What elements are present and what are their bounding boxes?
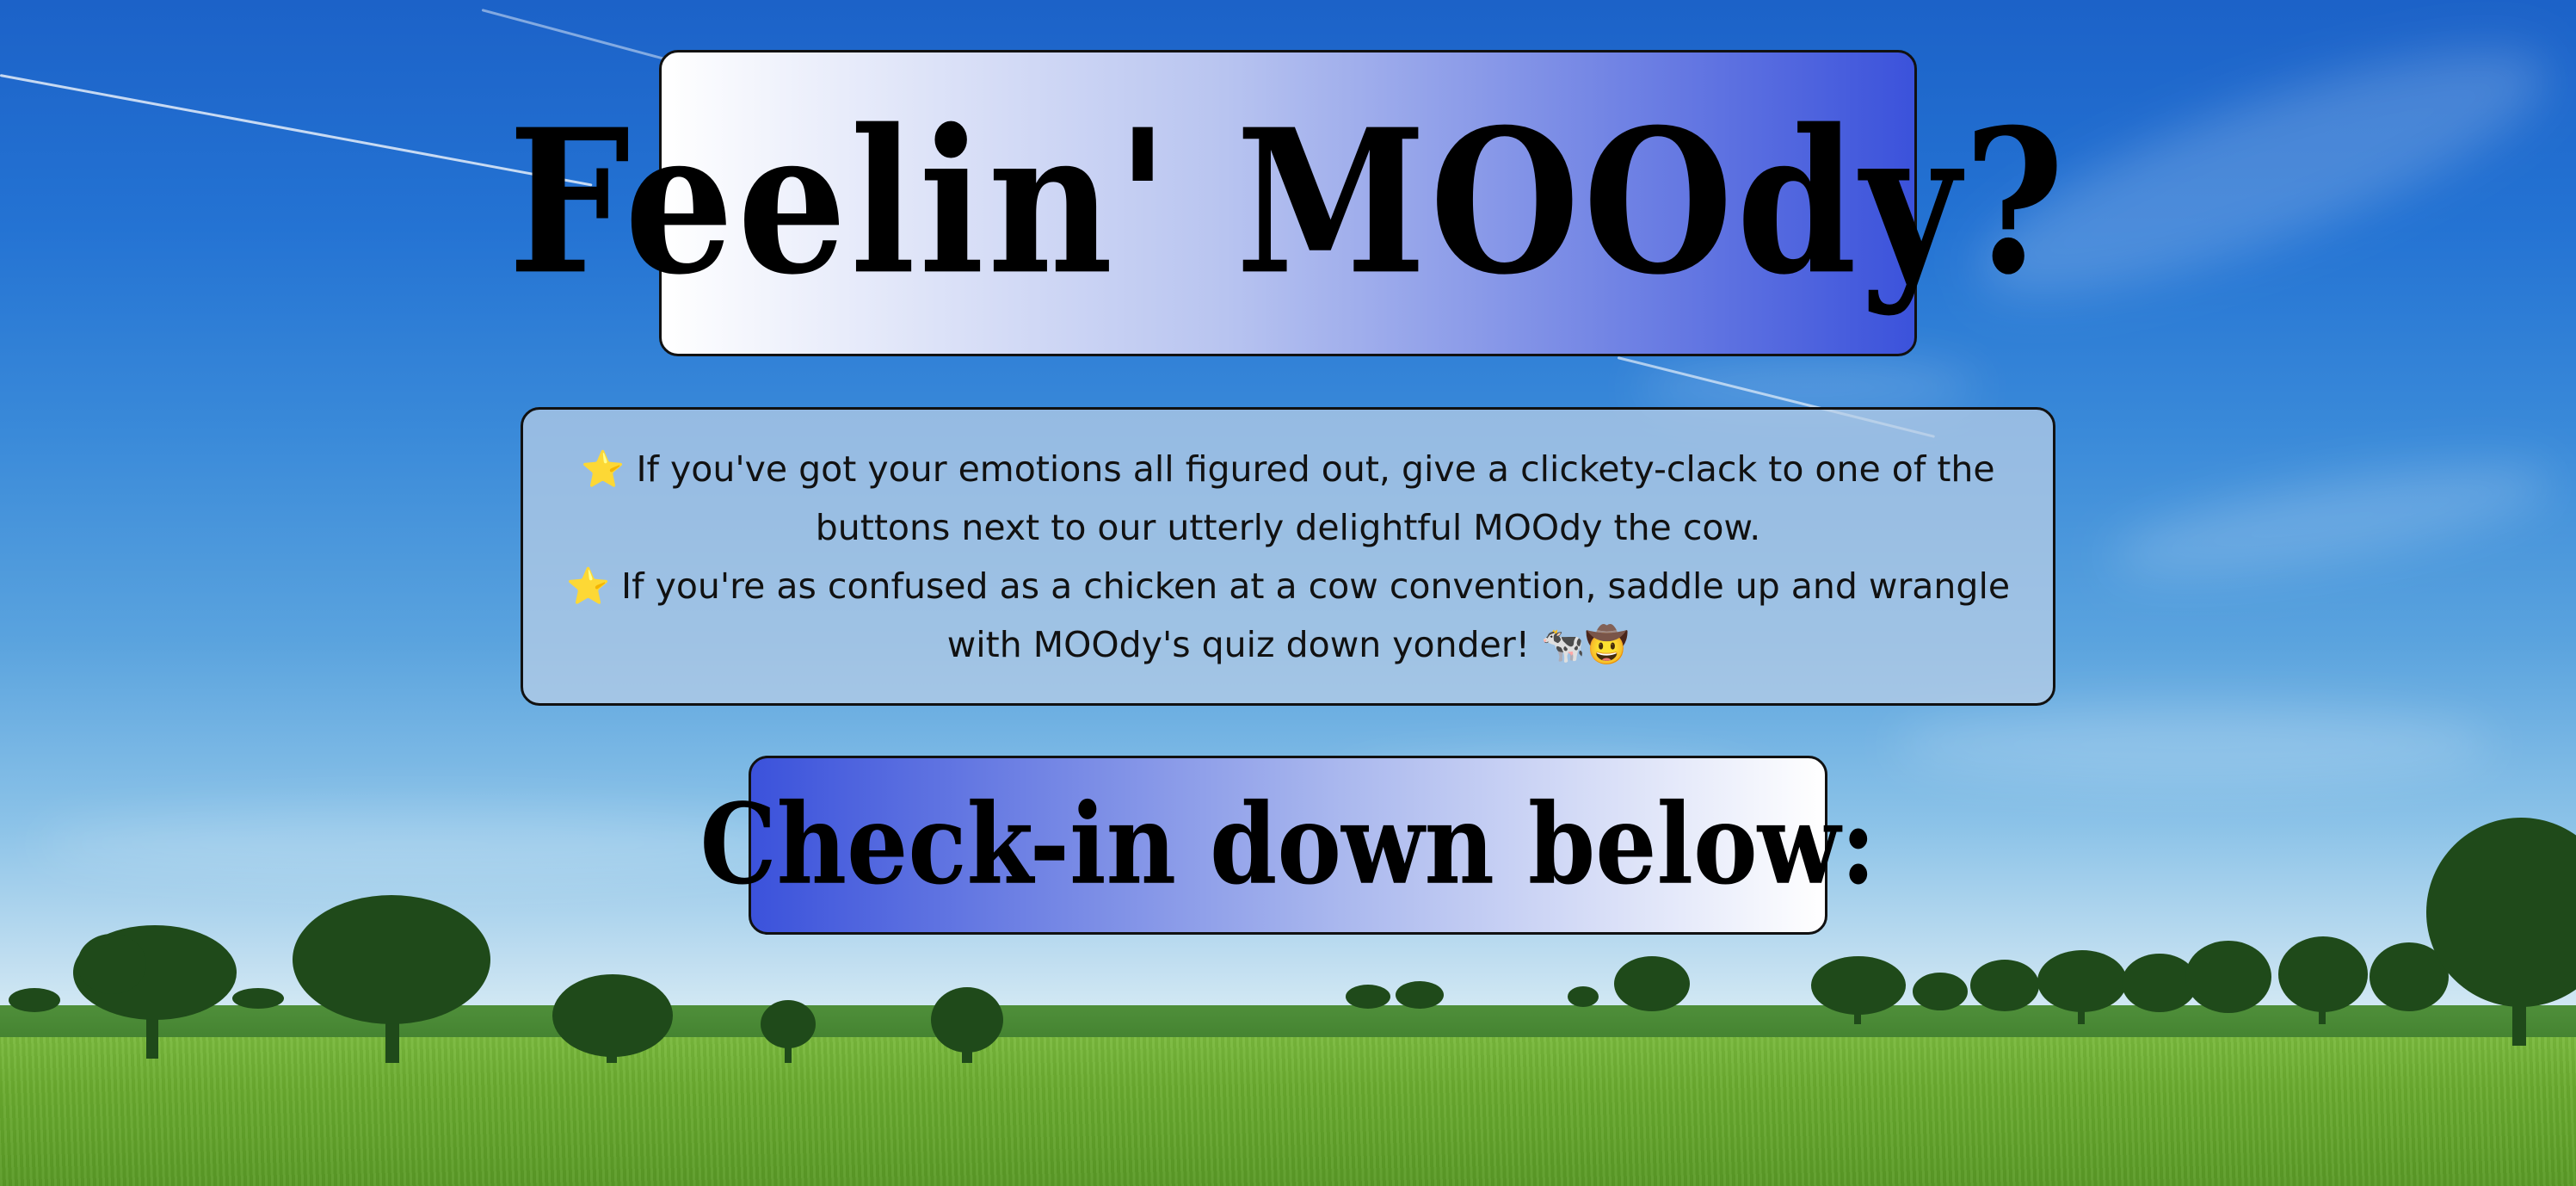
instruction-line: buttons next to our utterly delightful M… [815, 506, 1761, 548]
checkin-banner: Check-in down below: [700, 756, 1876, 935]
page-title: Feelin' MOOdy? [508, 86, 2068, 319]
title-banner: Feelin' MOOdy? [508, 50, 2064, 356]
checkin-heading: Check-in down below: [699, 780, 1877, 910]
instructions-panel: ⭐ If you've got your emotions all figure… [521, 407, 2055, 706]
instruction-line: ⭐ If you're as confused as a chicken at … [565, 565, 2011, 607]
instruction-line: with MOOdy's quiz down yonder! 🐄🤠 [946, 623, 1630, 665]
instruction-line: ⭐ If you've got your emotions all figure… [581, 448, 1995, 490]
